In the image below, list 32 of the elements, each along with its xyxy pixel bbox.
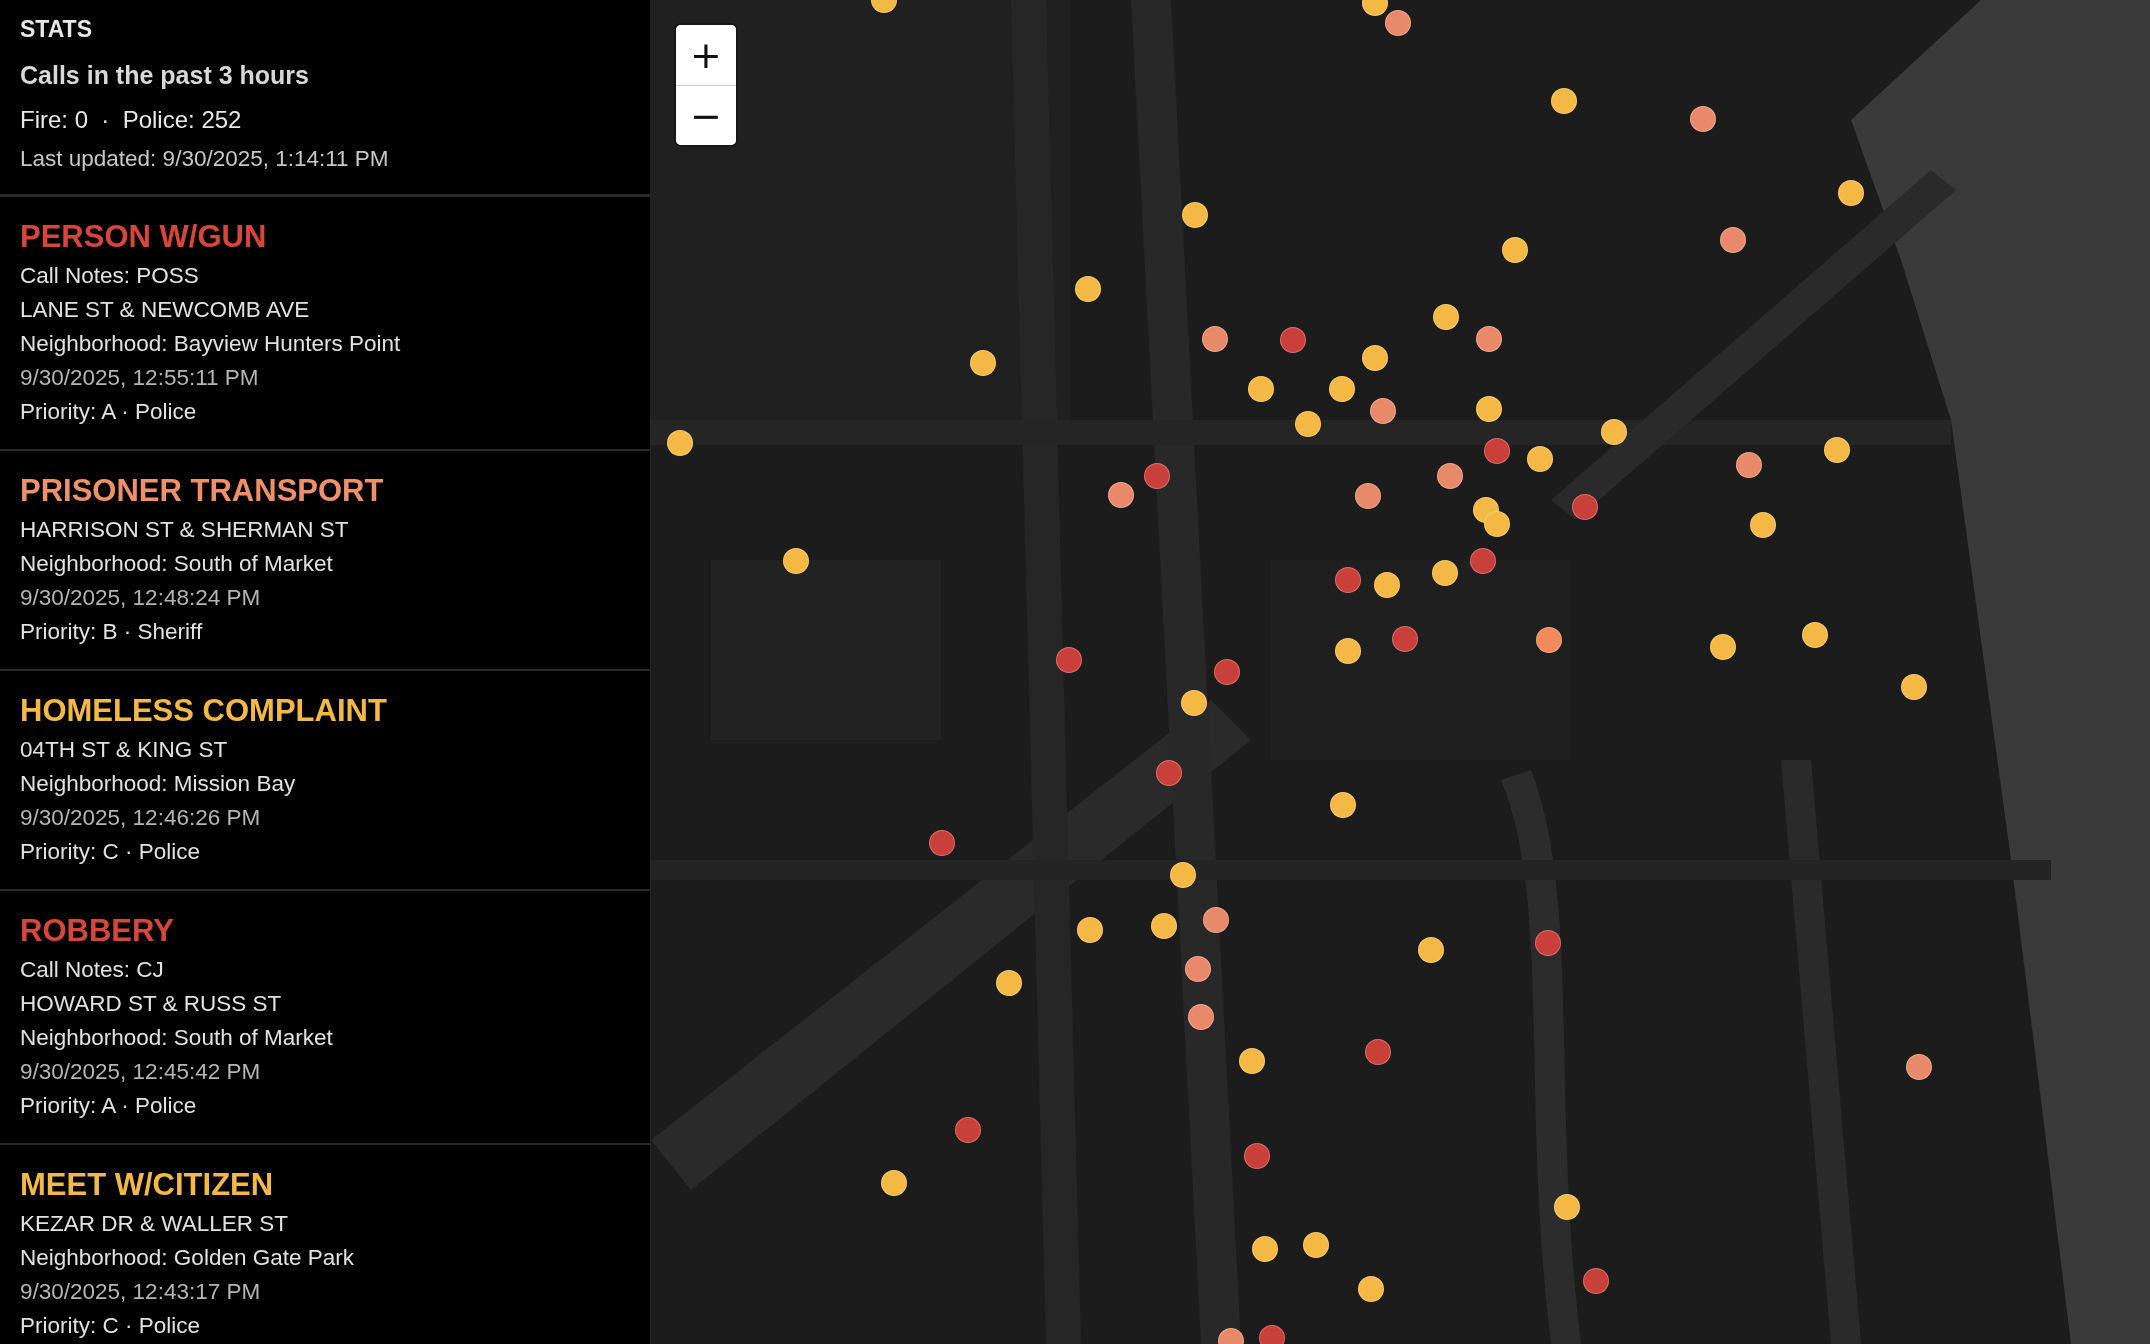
incident-title: PRISONER TRANSPORT bbox=[20, 473, 385, 509]
incident-address: HARRISON ST & SHERMAN ST bbox=[20, 516, 350, 544]
neighborhood-label: Neighborhood: Mission Bay bbox=[20, 770, 297, 798]
stats-subheading: Calls in the past 3 hours bbox=[20, 61, 310, 90]
incident-title: MEET W/CITIZEN bbox=[20, 1167, 275, 1203]
zoom-out-button[interactable]: − bbox=[676, 85, 736, 145]
neighborhood-label: Neighborhood: Bayview Hunters Point bbox=[20, 330, 402, 358]
neighborhood-label: Neighborhood: Golden Gate Park bbox=[20, 1244, 355, 1272]
last-updated: Last updated: 9/30/2025, 1:14:11 PM bbox=[20, 146, 390, 172]
call-notes: Call Notes: POSS bbox=[20, 262, 200, 290]
incident-time: 9/30/2025, 12:48:24 PM bbox=[20, 584, 262, 612]
incident-time: 9/30/2025, 12:46:26 PM bbox=[20, 804, 262, 832]
priority-label: Priority: A · Police bbox=[20, 1092, 198, 1120]
incident-address: 04TH ST & KING ST bbox=[20, 736, 229, 764]
priority-label: Priority: C · Police bbox=[20, 1312, 202, 1340]
incident-title: ROBBERY bbox=[20, 913, 175, 949]
priority-label: Priority: B · Sheriff bbox=[20, 618, 204, 646]
priority-label: Priority: A · Police bbox=[20, 398, 198, 426]
neighborhood-label: Neighborhood: South of Market bbox=[20, 550, 334, 578]
neighborhood-label: Neighborhood: South of Market bbox=[20, 1024, 334, 1052]
incident-time: 9/30/2025, 12:45:42 PM bbox=[20, 1058, 262, 1086]
call-notes: Call Notes: CJ bbox=[20, 956, 165, 984]
incident-address: HOWARD ST & RUSS ST bbox=[20, 990, 283, 1018]
incident-time: 9/30/2025, 12:55:11 PM bbox=[20, 364, 260, 392]
incident-title: HOMELESS COMPLAINT bbox=[20, 693, 388, 729]
priority-label: Priority: C · Police bbox=[20, 838, 202, 866]
incident-title: PERSON W/GUN bbox=[20, 219, 268, 255]
stats-heading: STATS bbox=[20, 16, 93, 43]
call-counts: Fire: 0 · Police: 252 bbox=[20, 106, 243, 134]
incident-address: KEZAR DR & WALLER ST bbox=[20, 1210, 289, 1238]
incident-time: 9/30/2025, 12:43:17 PM bbox=[20, 1278, 262, 1306]
incident-address: LANE ST & NEWCOMB AVE bbox=[20, 296, 311, 324]
